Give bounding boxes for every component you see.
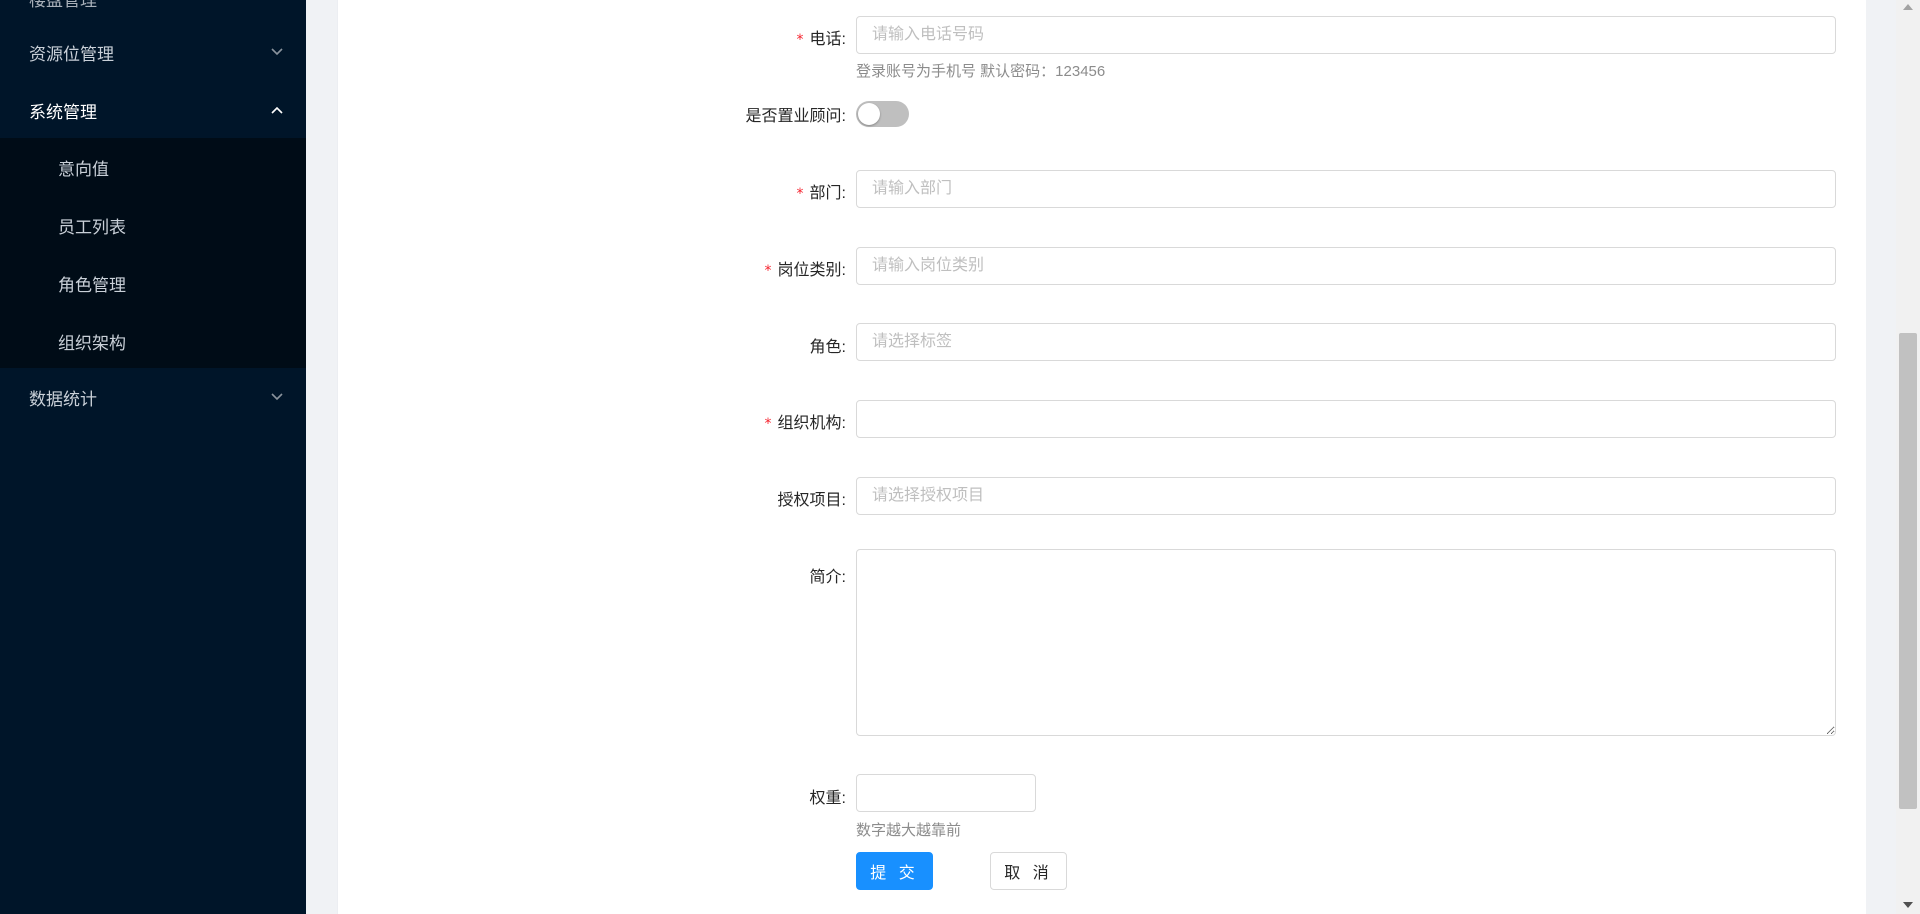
phone-input[interactable] [856,16,1836,54]
cancel-button[interactable]: 取 消 [990,852,1067,890]
sidebar-item-partial[interactable]: 楼盘管理 [29,0,97,11]
org-label: * 组织机构: [764,415,846,432]
sidebar-subitem-org[interactable]: 组织架构 [0,312,306,370]
submit-button[interactable]: 提 交 [856,852,933,890]
sidebar-item-resource[interactable]: 资源位管理 [0,23,306,81]
required-mark: * [796,186,804,202]
sidebar-item-label: 系统管理 [29,102,97,122]
position-label: * 岗位类别: [764,262,846,279]
scroll-up-icon[interactable] [1900,0,1916,14]
chevron-up-icon [270,103,284,117]
sidebar-subitem-intent[interactable]: 意向值 [0,138,306,196]
weight-input[interactable] [856,774,1036,812]
required-mark: * [764,416,772,432]
scrollbar-thumb[interactable] [1899,333,1917,809]
department-label: * 部门: [796,185,846,202]
scroll-down-icon[interactable] [1900,898,1916,912]
department-input[interactable] [856,170,1836,208]
sidebar-subitem-label: 员工列表 [58,217,126,237]
system-submenu: 意向值 员工列表 角色管理 组织架构 [0,138,306,368]
sidebar-item-stats[interactable]: 数据统计 [0,368,306,426]
sidebar-subitem-label: 角色管理 [58,275,126,295]
role-select[interactable] [856,323,1836,361]
form-card [337,0,1866,914]
weight-label: 权重: [809,790,846,807]
phone-label: * 电话: [796,31,846,48]
org-select[interactable] [856,400,1836,438]
sidebar-subitem-label: 组织架构 [58,333,126,353]
projects-label: 授权项目: [777,492,846,509]
projects-select[interactable] [856,477,1836,515]
sidebar: 楼盘管理 资源位管理 系统管理 意向值 员工列表 角色管理 组织架构 数据统计 [0,0,306,914]
sidebar-subitem-staff-list[interactable]: 员工列表 [0,196,306,254]
intro-textarea[interactable] [856,549,1836,736]
sidebar-subitem-label: 意向值 [58,159,109,179]
toggle-knob [858,103,880,125]
chevron-down-icon [270,390,284,404]
intro-label: 简介: [809,569,846,586]
required-mark: * [764,263,772,279]
chevron-down-icon [270,45,284,59]
sidebar-subitem-roles[interactable]: 角色管理 [0,254,306,312]
role-label: 角色: [809,339,846,356]
sidebar-item-system[interactable]: 系统管理 [0,81,306,139]
consultant-toggle[interactable] [856,101,909,127]
weight-help-text: 数字越大越靠前 [856,822,962,839]
required-mark: * [796,32,804,48]
sidebar-item-label: 资源位管理 [29,44,114,64]
position-input[interactable] [856,247,1836,285]
consultant-label: 是否置业顾问: [745,108,846,125]
phone-help-text: 登录账号为手机号 默认密码：123456 [856,63,1106,80]
sidebar-item-label: 数据统计 [29,389,97,409]
